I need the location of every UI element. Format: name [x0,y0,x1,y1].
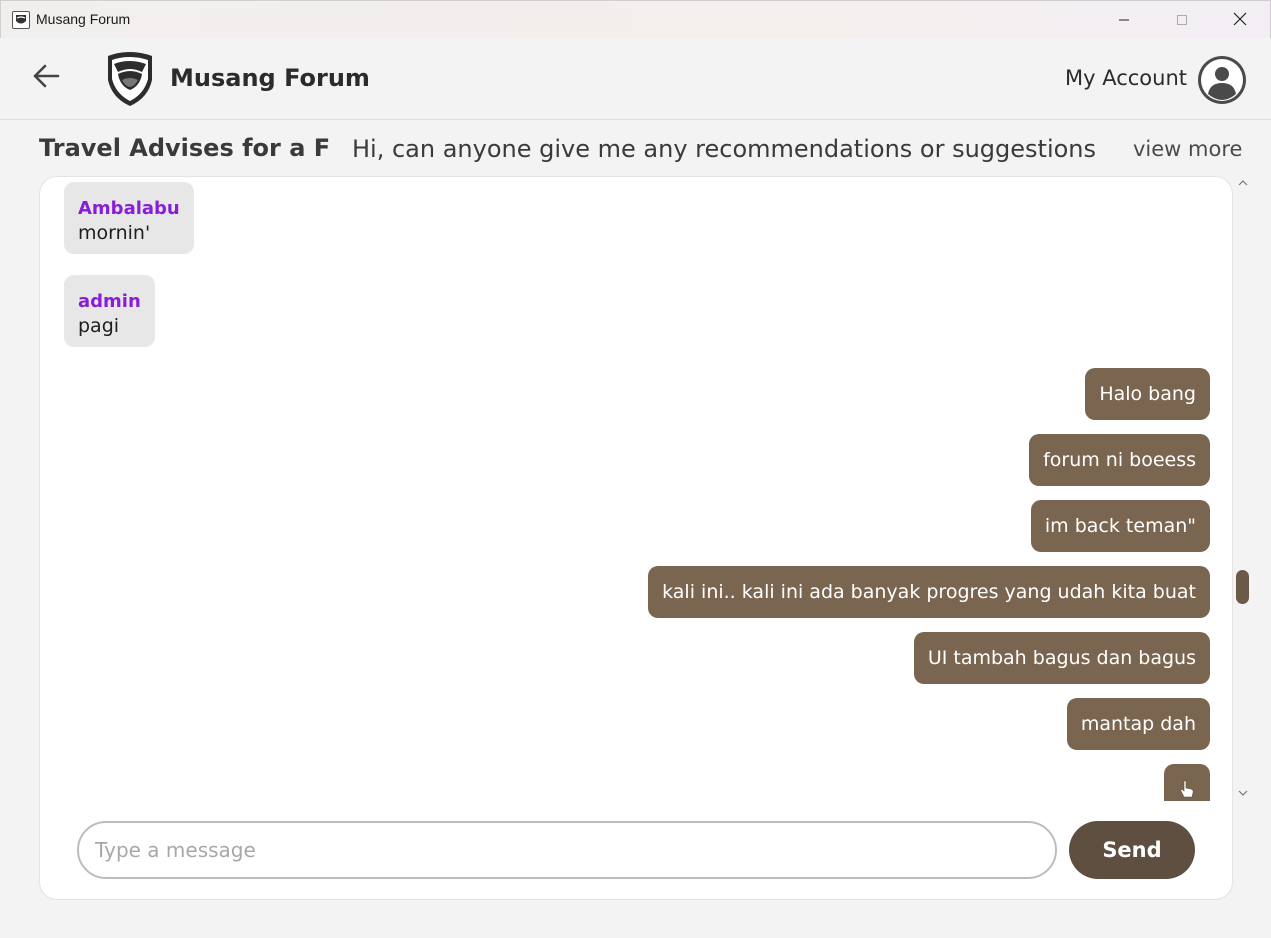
outgoing-message: Halo bang [1085,368,1210,420]
my-account-link[interactable]: My Account [1065,66,1187,90]
minimize-button[interactable] [1095,1,1153,39]
sender-name: Ambalabu [78,198,180,219]
outgoing-message [1164,764,1210,801]
incoming-message: Ambalabu mornin' [64,182,194,254]
chevron-up-icon [1238,172,1248,191]
user-avatar-icon[interactable] [1196,54,1248,106]
view-more-link[interactable]: view more [1133,137,1242,161]
message-text: mornin' [78,222,151,244]
window-titlebar: Musang Forum [0,0,1271,38]
sender-name: admin [78,291,141,312]
scrollbar-thumb[interactable] [1236,570,1249,604]
outgoing-message: mantap dah [1066,698,1210,750]
maximize-icon [1176,11,1188,30]
close-icon [1233,11,1247,30]
close-button[interactable] [1211,1,1269,39]
thread-preview: Hi, can anyone give me any recommendatio… [352,135,1102,163]
scroll-down-button[interactable] [1236,784,1250,798]
back-button[interactable] [28,60,64,96]
musang-logo-icon [12,11,30,29]
message-text: pagi [78,315,120,337]
outgoing-message: forum ni boeess [1029,434,1210,486]
scroll-up-button[interactable] [1236,174,1250,188]
arrow-left-icon [32,64,60,92]
message-list[interactable]: Ambalabu mornin' admin pagi Halo bang fo… [40,177,1232,801]
outgoing-message: kali ini.. kali ini ada banyak progres y… [648,566,1210,618]
message-input[interactable] [77,821,1057,879]
app-name: Musang Forum [170,64,370,92]
chat-panel: Ambalabu mornin' admin pagi Halo bang fo… [39,176,1233,900]
minimize-icon [1118,11,1130,30]
musang-logo-icon [102,50,158,108]
outgoing-message: im back teman" [1030,500,1210,552]
maximize-button[interactable] [1153,1,1211,39]
pointing-hand-icon [1179,780,1195,801]
outgoing-message: UI tambah bagus dan bagus [913,632,1210,684]
incoming-message: admin pagi [64,275,155,347]
app-header: Musang Forum My Account [0,38,1271,120]
thread-title: Travel Advises for a Fa... [39,134,329,162]
window-title: Musang Forum [36,11,131,27]
chevron-down-icon [1238,782,1248,801]
send-button[interactable]: Send [1069,821,1195,879]
